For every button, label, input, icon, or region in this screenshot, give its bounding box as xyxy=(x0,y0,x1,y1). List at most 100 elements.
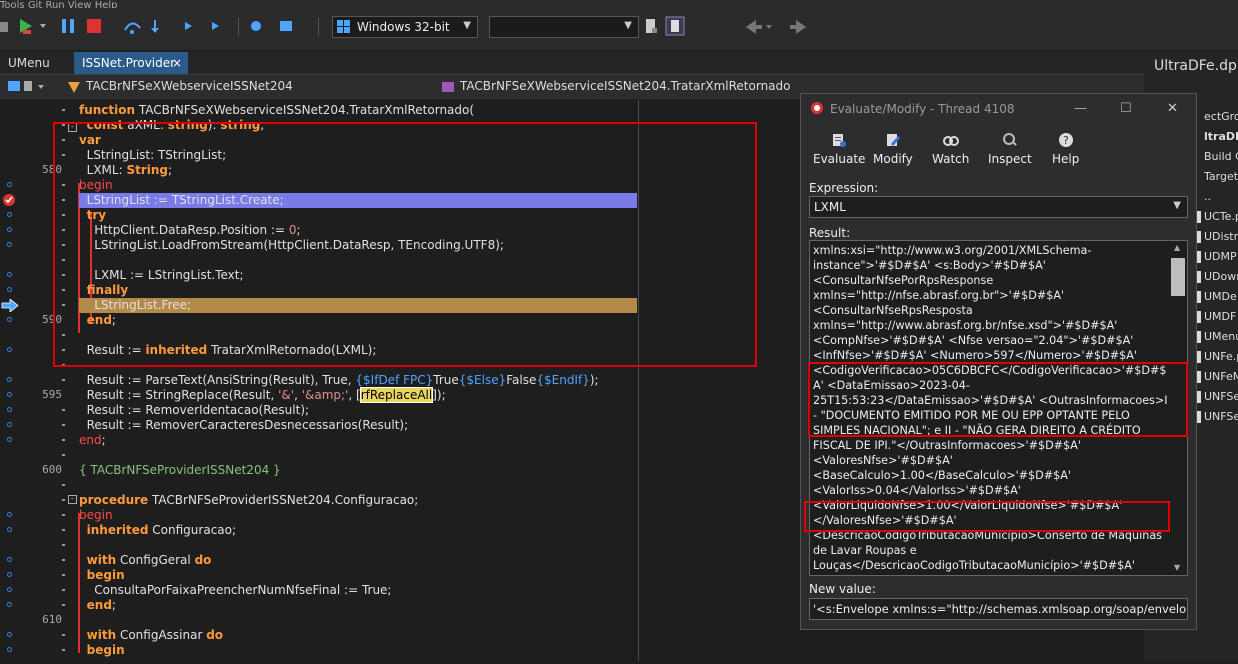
close-icon[interactable]: × xyxy=(172,52,182,74)
breakpoint-dot-icon[interactable] xyxy=(7,212,12,217)
maximize-button[interactable]: ☐ xyxy=(1120,101,1132,116)
project-item[interactable]: ectGroup xyxy=(1204,110,1238,123)
project-item[interactable]: UCTe.p xyxy=(1204,210,1238,223)
project-item[interactable]: ltraDFe xyxy=(1204,130,1238,143)
show-execution-point-icon[interactable] xyxy=(212,22,219,30)
tab-umenu[interactable]: UMenu xyxy=(0,52,72,74)
help-button[interactable]: ? Help xyxy=(1052,132,1079,166)
expression-input[interactable]: LXML ▼ xyxy=(809,196,1188,218)
breakpoint-dot-icon[interactable] xyxy=(7,587,12,592)
stop-icon[interactable] xyxy=(87,19,101,33)
project-item[interactable]: UNFe.p xyxy=(1204,350,1238,363)
breakpoint-dot-icon[interactable] xyxy=(7,647,12,652)
forward-icon[interactable] xyxy=(790,20,806,34)
breakpoint-dot-icon[interactable] xyxy=(7,287,12,292)
breakpoint-dot-icon[interactable] xyxy=(7,272,12,277)
help-icon: ? xyxy=(1058,133,1073,147)
dialog-title: Evaluate/Modify - Thread 4108 xyxy=(830,102,1015,116)
breakpoint-dot-icon[interactable] xyxy=(7,437,12,442)
project-item[interactable]: UDistri xyxy=(1204,230,1238,243)
watch-icon[interactable] xyxy=(280,21,292,31)
breakpoint-dot-icon[interactable] xyxy=(7,407,12,412)
new-value-input[interactable]: '<s:Envelope xmlns:s="http://schemas.xml… xyxy=(809,598,1188,620)
project-item[interactable]: .. xyxy=(1204,190,1211,203)
watch-icon xyxy=(942,136,959,146)
code-line: function TACBrNFSeXWebserviceISSNet204.T… xyxy=(79,103,475,117)
project-item[interactable]: UNFeM xyxy=(1204,370,1238,383)
project-item[interactable]: UMDF xyxy=(1204,310,1236,323)
history-nav xyxy=(746,20,806,34)
delphi-icon xyxy=(811,102,823,114)
breakpoint-dot-icon[interactable] xyxy=(7,392,12,397)
watch-button[interactable]: Watch xyxy=(932,132,969,166)
step-over-icon[interactable] xyxy=(124,22,141,34)
inspect-icon xyxy=(1002,133,1017,146)
project-item[interactable]: UDMP xyxy=(1204,250,1237,263)
platform-select[interactable]: Windows 32-bit ▼ xyxy=(332,16,478,38)
project-item[interactable]: UMDe xyxy=(1204,290,1237,303)
code-line: end; xyxy=(86,598,116,612)
dropdown-arrow-icon[interactable] xyxy=(766,25,772,29)
fold-toggle-icon[interactable]: - xyxy=(68,495,77,504)
project-item[interactable]: UDown xyxy=(1204,270,1238,283)
breakpoint-invalid-icon[interactable] xyxy=(2,193,16,207)
highlight-box xyxy=(804,501,1170,532)
breakpoint-dot-icon[interactable] xyxy=(7,527,12,532)
new-value-label: New value: xyxy=(809,582,876,596)
line-number: 610 xyxy=(42,613,62,626)
project-item[interactable]: UNFSe xyxy=(1204,410,1238,423)
structure-icon[interactable] xyxy=(8,79,48,95)
open-project-icon[interactable] xyxy=(0,22,8,32)
scroll-up-icon[interactable]: ▲ xyxy=(1174,243,1180,252)
breakpoint-dot-icon[interactable] xyxy=(7,242,12,247)
breakpoint-dot-icon[interactable] xyxy=(7,557,12,562)
evaluate-button[interactable]: Evaluate xyxy=(813,132,865,166)
breakpoint-dot-icon[interactable] xyxy=(7,422,12,427)
pause-icon[interactable] xyxy=(62,19,74,33)
device-icon[interactable] xyxy=(646,19,657,33)
minimize-button[interactable]: — xyxy=(1074,101,1087,116)
code-line: end; xyxy=(79,433,106,447)
chevron-down-icon: ▼ xyxy=(463,20,471,31)
method-selector[interactable]: TACBrNFSeXWebserviceISSNet204.TratarXmlR… xyxy=(460,79,791,93)
run-icon[interactable] xyxy=(20,19,32,34)
back-icon[interactable] xyxy=(746,20,762,34)
breakpoint-icon[interactable] xyxy=(251,21,261,31)
class-selector[interactable]: TACBrNFSeXWebserviceISSNet204 xyxy=(86,79,293,93)
breakpoint-dot-icon[interactable] xyxy=(7,227,12,232)
breakpoint-dot-icon[interactable] xyxy=(7,377,12,382)
run-to-cursor-icon[interactable] xyxy=(185,22,192,30)
breakpoint-dot-icon[interactable] xyxy=(7,602,12,607)
code-line: Result := ParseText(AnsiString(Result), … xyxy=(79,373,599,387)
close-button[interactable]: ✕ xyxy=(1167,101,1178,116)
inspect-button[interactable]: Inspect xyxy=(988,132,1032,166)
breakpoint-dot-icon[interactable] xyxy=(7,572,12,577)
toolbar-separator xyxy=(238,18,239,36)
configuration-select[interactable]: ▼ xyxy=(489,16,639,38)
dropdown-arrow-icon[interactable] xyxy=(40,24,46,28)
code-line: ConsultaPorFaixaPreencherNumNfseFinal :=… xyxy=(79,583,392,597)
breakpoint-dot-icon[interactable] xyxy=(7,512,12,517)
breakpoint-dot-icon[interactable] xyxy=(7,632,12,637)
trace-into-icon[interactable] xyxy=(151,20,159,33)
scrollbar-thumb[interactable] xyxy=(1171,258,1185,296)
project-item[interactable]: Build C xyxy=(1204,150,1238,163)
code-line: begin xyxy=(86,643,125,657)
project-item[interactable]: UMenu xyxy=(1204,330,1238,343)
breakpoint-dot-icon[interactable] xyxy=(7,347,12,352)
code-comment: { TACBrNFSeProviderISSNet204 } xyxy=(79,463,281,477)
breakpoint-dot-icon[interactable] xyxy=(7,317,12,322)
editor-tabs: UMenu ISSNet.Provider × xyxy=(0,52,1144,75)
class-icon xyxy=(68,82,80,93)
modify-button[interactable]: Modify xyxy=(873,132,913,166)
project-item[interactable]: UNFSe xyxy=(1204,390,1238,403)
chevron-down-icon[interactable]: ▼ xyxy=(1173,200,1181,211)
code-line: begin xyxy=(79,508,113,522)
windows-icon xyxy=(337,20,350,33)
code-line: with ConfigGeral do xyxy=(86,553,212,567)
scroll-down-icon[interactable]: ▼ xyxy=(1174,563,1180,572)
tab-issnet-provider[interactable]: ISSNet.Provider × xyxy=(74,52,188,74)
deploy-icon[interactable] xyxy=(665,16,685,36)
breakpoint-dot-icon[interactable] xyxy=(7,182,12,187)
project-item[interactable]: Target xyxy=(1204,170,1238,183)
